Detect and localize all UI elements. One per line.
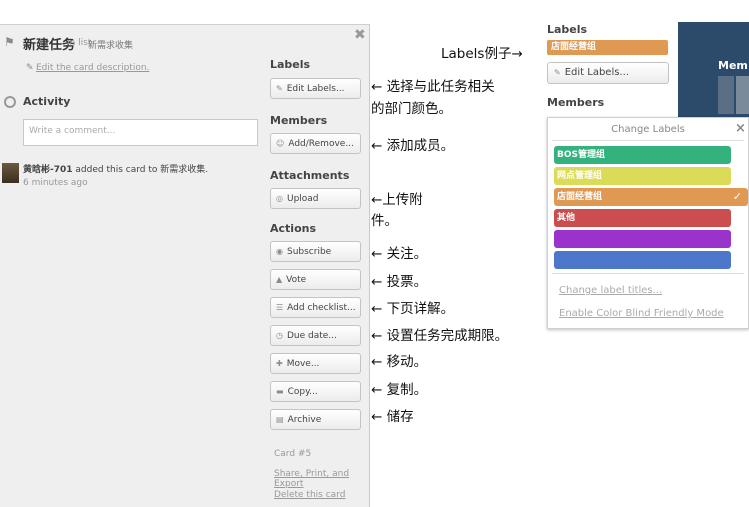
card-icon: ⚑ (4, 35, 15, 49)
labels-heading: Labels (270, 58, 311, 71)
copy-annotation: ← 复制。 (371, 382, 428, 398)
move-annotation: ← 移动。 (371, 354, 428, 370)
eye-icon: ◉ (276, 247, 283, 256)
activity-heading: Activity (23, 95, 71, 108)
label-option[interactable]: 其他 (554, 209, 731, 227)
example-label-chip[interactable]: 店面经营组 (547, 40, 668, 55)
add-remove-members-button[interactable]: ☺ Add/Remove... (270, 133, 361, 154)
upload-button[interactable]: ◎ Upload (270, 188, 361, 209)
comment-input[interactable]: Write a comment... (23, 119, 258, 146)
members-annotation: ← 添加成员。 (371, 138, 455, 154)
move-arrows-icon: ✚ (276, 359, 283, 368)
example-members-heading: Members (547, 96, 605, 109)
checklist-annotation: ← 下页详解。 (371, 301, 455, 317)
close-icon[interactable]: ✖ (354, 27, 366, 43)
activity-time: 6 minutes ago (23, 178, 88, 188)
board-background-image: Mem (678, 22, 749, 122)
vote-label: Vote (286, 275, 307, 285)
clock-icon: ◷ (276, 331, 283, 340)
due-date-annotation: ← 设置任务完成期限。 (371, 328, 509, 344)
activity-user[interactable]: 黄晗彬-701 (23, 165, 73, 175)
activity-entry: 黄晗彬-701 added this card to 新需求收集. (23, 162, 208, 175)
due-date-label: Due date... (286, 331, 337, 341)
popup-close-icon[interactable]: × (735, 121, 746, 136)
members-heading: Members (270, 114, 328, 127)
vote-button[interactable]: ▲ Vote (270, 269, 361, 290)
copy-button[interactable]: ▬ Copy... (270, 381, 361, 402)
color-blind-mode-link[interactable]: Enable Color Blind Friendly Mode (559, 308, 724, 319)
activity-text: added this card to (75, 165, 158, 175)
divider (552, 273, 744, 274)
archive-annotation: ← 储存 (371, 409, 414, 425)
list-name[interactable]: 新需求收集 (88, 38, 133, 51)
attachments-annotation-line1: ←上传附 (371, 192, 423, 208)
labels-annotation-line1: ← 选择与此任务相关 (371, 79, 495, 95)
activity-icon (4, 96, 16, 108)
edit-description-link[interactable]: Edit the card description. (36, 63, 149, 73)
avatar[interactable] (2, 163, 19, 183)
label-option[interactable] (554, 230, 731, 248)
edit-labels-button[interactable]: ✎ Edit Labels... (270, 78, 361, 99)
example-labels-panel: Labels 店面经营组 ✎ Edit Labels... Members (547, 22, 677, 117)
edit-labels-label: Edit Labels... (286, 84, 345, 94)
subscribe-button[interactable]: ◉ Subscribe (270, 241, 361, 262)
delete-card-link[interactable]: Delete this card (274, 490, 345, 500)
change-label-titles-link[interactable]: Change label titles... (559, 285, 662, 296)
label-option-name: 其他 (557, 213, 576, 223)
popup-title: Change Labels (611, 124, 685, 135)
activity-list[interactable]: 新需求收集. (160, 165, 208, 175)
attachments-annotation-line2: 件。 (371, 213, 398, 229)
change-labels-popup: Change Labels × BOS管理组 网点管理组店面经营组 ✓ 其他 Chan… (547, 117, 749, 329)
label-option[interactable]: BOS管理组 (554, 146, 731, 164)
subscribe-label: Subscribe (286, 247, 332, 257)
avatar-thumb (736, 76, 749, 114)
pencil-icon: ✎ (26, 63, 34, 73)
add-checklist-label: Add checklist... (287, 303, 356, 313)
move-button[interactable]: ✚ Move... (270, 353, 361, 374)
example-labels-heading: Labels (547, 23, 588, 36)
attachments-heading: Attachments (270, 169, 350, 182)
paperclip-icon: ◎ (276, 194, 283, 203)
archive-button[interactable]: ▤ Archive (270, 409, 361, 430)
labels-annotation-line2: 的部门颜色。 (371, 101, 452, 117)
checklist-icon: ☰ (276, 303, 284, 312)
subscribe-annotation: ← 关注。 (371, 246, 428, 262)
label-option-name: 店面经营组 (557, 192, 603, 202)
label-option[interactable]: 网点管理组 (554, 167, 731, 185)
divider (552, 140, 744, 141)
members-bg-text: Mem (718, 59, 748, 72)
add-remove-label: Add/Remove... (288, 139, 354, 149)
archive-icon: ▤ (276, 415, 284, 424)
card-number: Card #5 (274, 449, 312, 459)
move-label: Move... (286, 359, 320, 369)
label-option-name: BOS管理组 (557, 150, 605, 160)
label-option-name: 网点管理组 (557, 171, 603, 181)
archive-label: Archive (287, 415, 322, 425)
actions-heading: Actions (270, 222, 316, 235)
copy-icon: ▬ (276, 387, 284, 396)
share-print-export-link[interactable]: Share, Print, and Export (274, 469, 369, 489)
upload-label: Upload (286, 194, 319, 204)
due-date-button[interactable]: ◷ Due date... (270, 325, 361, 346)
add-checklist-button[interactable]: ☰ Add checklist... (270, 297, 361, 318)
tag-icon: ✎ (276, 84, 283, 93)
label-option[interactable]: 店面经营组 ✓ (554, 188, 748, 206)
label-option[interactable] (554, 251, 731, 269)
tag-icon: ✎ (554, 68, 561, 77)
avatar-thumb (718, 76, 734, 114)
labels-example-annotation: Labels例子→ (441, 46, 523, 62)
person-icon: ☺ (276, 139, 285, 148)
thumbs-up-icon: ▲ (276, 275, 283, 284)
example-edit-labels-button[interactable]: ✎ Edit Labels... (547, 62, 669, 84)
copy-label: Copy... (287, 387, 318, 397)
comment-placeholder: Write a comment... (29, 126, 116, 136)
checkmark-icon: ✓ (732, 190, 742, 203)
example-edit-labels-label: Edit Labels... (564, 67, 629, 78)
vote-annotation: ← 投票。 (371, 274, 428, 290)
